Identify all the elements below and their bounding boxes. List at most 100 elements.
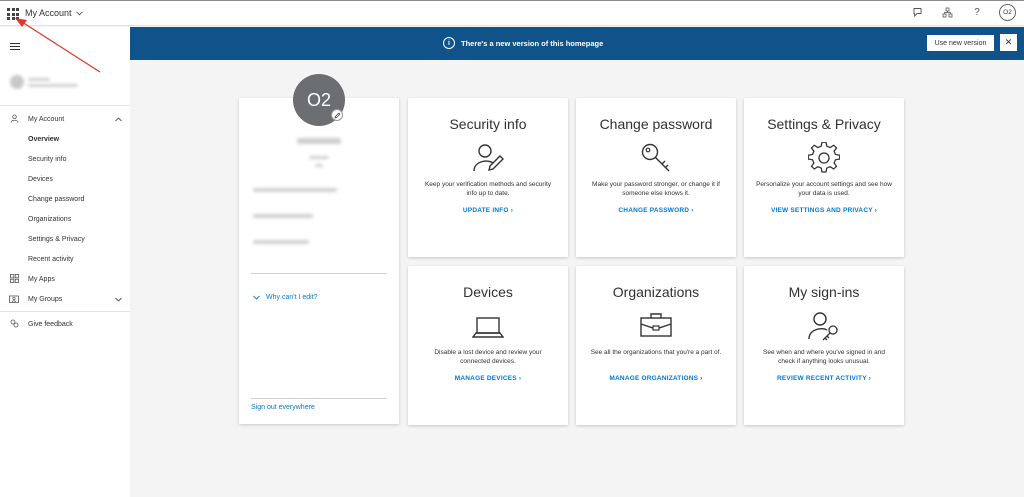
sidebar-divider [0, 311, 130, 312]
tile-devices: Devices Disable a lost device and review… [408, 266, 568, 425]
chevron-right-icon: › [868, 375, 872, 382]
tile-description: Keep your verification methods and secur… [424, 181, 552, 197]
tile-organizations: Organizations See all the organizations … [576, 266, 736, 425]
manage-devices-link[interactable]: MANAGE DEVICES › [408, 375, 568, 382]
sidebar-item-my-groups[interactable]: My Groups [0, 289, 130, 309]
sidebar-item-my-account[interactable]: My Account [0, 109, 130, 129]
review-recent-activity-link[interactable]: REVIEW RECENT ACTIVITY › [744, 375, 904, 382]
sidebar-subitem-settings-privacy[interactable]: Settings & Privacy [0, 229, 130, 249]
sidebar-subitem-overview[interactable]: Overview [0, 129, 130, 149]
change-password-link[interactable]: CHANGE PASSWORD › [576, 207, 736, 214]
redacted-dept [315, 164, 323, 167]
tile-link-label: UPDATE INFO [462, 207, 509, 214]
user-avatar[interactable]: O2 [999, 4, 1016, 21]
sidebar: My Account Overview Security info Device… [0, 27, 130, 497]
app-title-dropdown[interactable]: My Account [25, 8, 83, 18]
sidebar-subitem-security-info[interactable]: Security info [0, 149, 130, 169]
chevron-right-icon: › [510, 207, 514, 214]
view-settings-link[interactable]: VIEW SETTINGS AND PRIVACY › [744, 207, 904, 214]
tile-change-password: Change password Make your password stron… [576, 98, 736, 257]
chevron-right-icon: › [874, 207, 878, 214]
chevron-down-icon [115, 295, 122, 304]
sidebar-nav: My Account Overview Security info Device… [0, 109, 130, 334]
sidebar-subitem-organizations[interactable]: Organizations [0, 209, 130, 229]
profile-mini-avatar [10, 75, 24, 89]
update-info-link[interactable]: UPDATE INFO › [408, 207, 568, 214]
tile-description: Disable a lost device and review your co… [434, 349, 542, 365]
tile-title: Devices [463, 284, 513, 300]
laptop-icon [472, 317, 504, 338]
sidebar-subitem-devices[interactable]: Devices [0, 169, 130, 189]
tile-title: Change password [599, 116, 713, 132]
chevron-right-icon: › [691, 207, 694, 214]
top-bar: My Account ? O2 [0, 0, 1024, 26]
tile-description: Personalize your account settings and se… [756, 181, 892, 197]
sidebar-item-label: My Account [28, 115, 65, 123]
chevron-down-icon [75, 10, 83, 15]
hamburger-menu-icon[interactable] [10, 43, 20, 52]
key-icon [641, 143, 670, 172]
tile-link-label: CHANGE PASSWORD [618, 207, 690, 214]
gear-icon [808, 142, 840, 173]
sidebar-subitem-change-password[interactable]: Change password [0, 189, 130, 209]
sidebar-item-my-apps[interactable]: My Apps [0, 269, 130, 289]
tile-link-label: VIEW SETTINGS AND PRIVACY [770, 207, 873, 214]
info-icon: i [443, 37, 455, 49]
tile-security-info: Security info Keep your verification met… [408, 98, 568, 257]
tile-my-sign-ins: My sign-ins See when and where you've si… [744, 266, 904, 425]
banner-message: i There's a new version of this homepage [443, 37, 603, 49]
sidebar-profile-summary [10, 75, 78, 89]
tile-description: See when and where you've signed in and … [763, 349, 885, 365]
sidebar-subitem-recent-activity[interactable]: Recent activity [0, 249, 130, 269]
close-icon[interactable]: ✕ [1000, 34, 1017, 51]
profile-card: Why can't I edit? Sign out everywhere [239, 98, 399, 424]
redacted-org [28, 83, 78, 87]
sidebar-item-label: My Groups [28, 295, 63, 303]
sidebar-item-label: My Apps [28, 275, 55, 283]
app-launcher-icon[interactable] [7, 8, 19, 20]
help-icon[interactable]: ? [969, 5, 985, 21]
redacted-title [309, 156, 329, 159]
chevron-right-icon: › [700, 375, 703, 382]
groups-icon [9, 294, 19, 305]
sidebar-item-give-feedback[interactable]: Give feedback [0, 314, 130, 334]
briefcase-icon [640, 313, 672, 337]
redacted-name [28, 77, 50, 81]
tile-link-label: MANAGE ORGANIZATIONS [609, 375, 699, 382]
banner-text: There's a new version of this homepage [461, 38, 604, 48]
redacted-location [253, 240, 309, 244]
tile-link-label: REVIEW RECENT ACTIVITY [776, 375, 867, 382]
redacted-email [253, 188, 337, 192]
user-edit-icon [473, 144, 504, 172]
tile-settings-privacy: Settings & Privacy Personalize your acco… [744, 98, 904, 257]
org-chart-icon[interactable] [939, 5, 955, 21]
feedback-icon[interactable] [909, 5, 925, 21]
tile-title: Settings & Privacy [767, 116, 881, 132]
tile-link-label: MANAGE DEVICES [454, 375, 517, 382]
profile-card-divider [251, 273, 387, 274]
tile-description: Make your password stronger, or change i… [592, 181, 720, 197]
redacted-display-name [297, 138, 341, 144]
chevron-right-icon: › [518, 375, 522, 382]
chevron-down-icon [253, 295, 260, 300]
tile-title: Organizations [612, 284, 700, 300]
tile-title: My sign-ins [788, 284, 860, 300]
why-cant-edit-link[interactable]: Why can't I edit? [253, 294, 318, 301]
user-key-icon [808, 312, 838, 341]
tile-title: Security info [449, 116, 527, 132]
use-new-version-button[interactable]: Use new version [927, 35, 994, 51]
edit-photo-icon[interactable] [331, 109, 343, 121]
why-cant-edit-label: Why can't I edit? [266, 294, 318, 301]
app-title: My Account [25, 8, 72, 18]
profile-card-divider [251, 398, 387, 399]
tile-description: See all the organizations that you're a … [590, 349, 722, 356]
manage-organizations-link[interactable]: MANAGE ORGANIZATIONS › [576, 375, 736, 382]
apps-icon [9, 273, 19, 285]
feedback-icon [9, 319, 19, 330]
chevron-up-icon [115, 115, 122, 124]
sign-out-everywhere-link[interactable]: Sign out everywhere [251, 404, 315, 411]
person-icon [9, 114, 19, 125]
sidebar-item-label: Give feedback [28, 320, 73, 328]
sidebar-divider [0, 105, 130, 106]
redacted-phone [253, 214, 313, 218]
